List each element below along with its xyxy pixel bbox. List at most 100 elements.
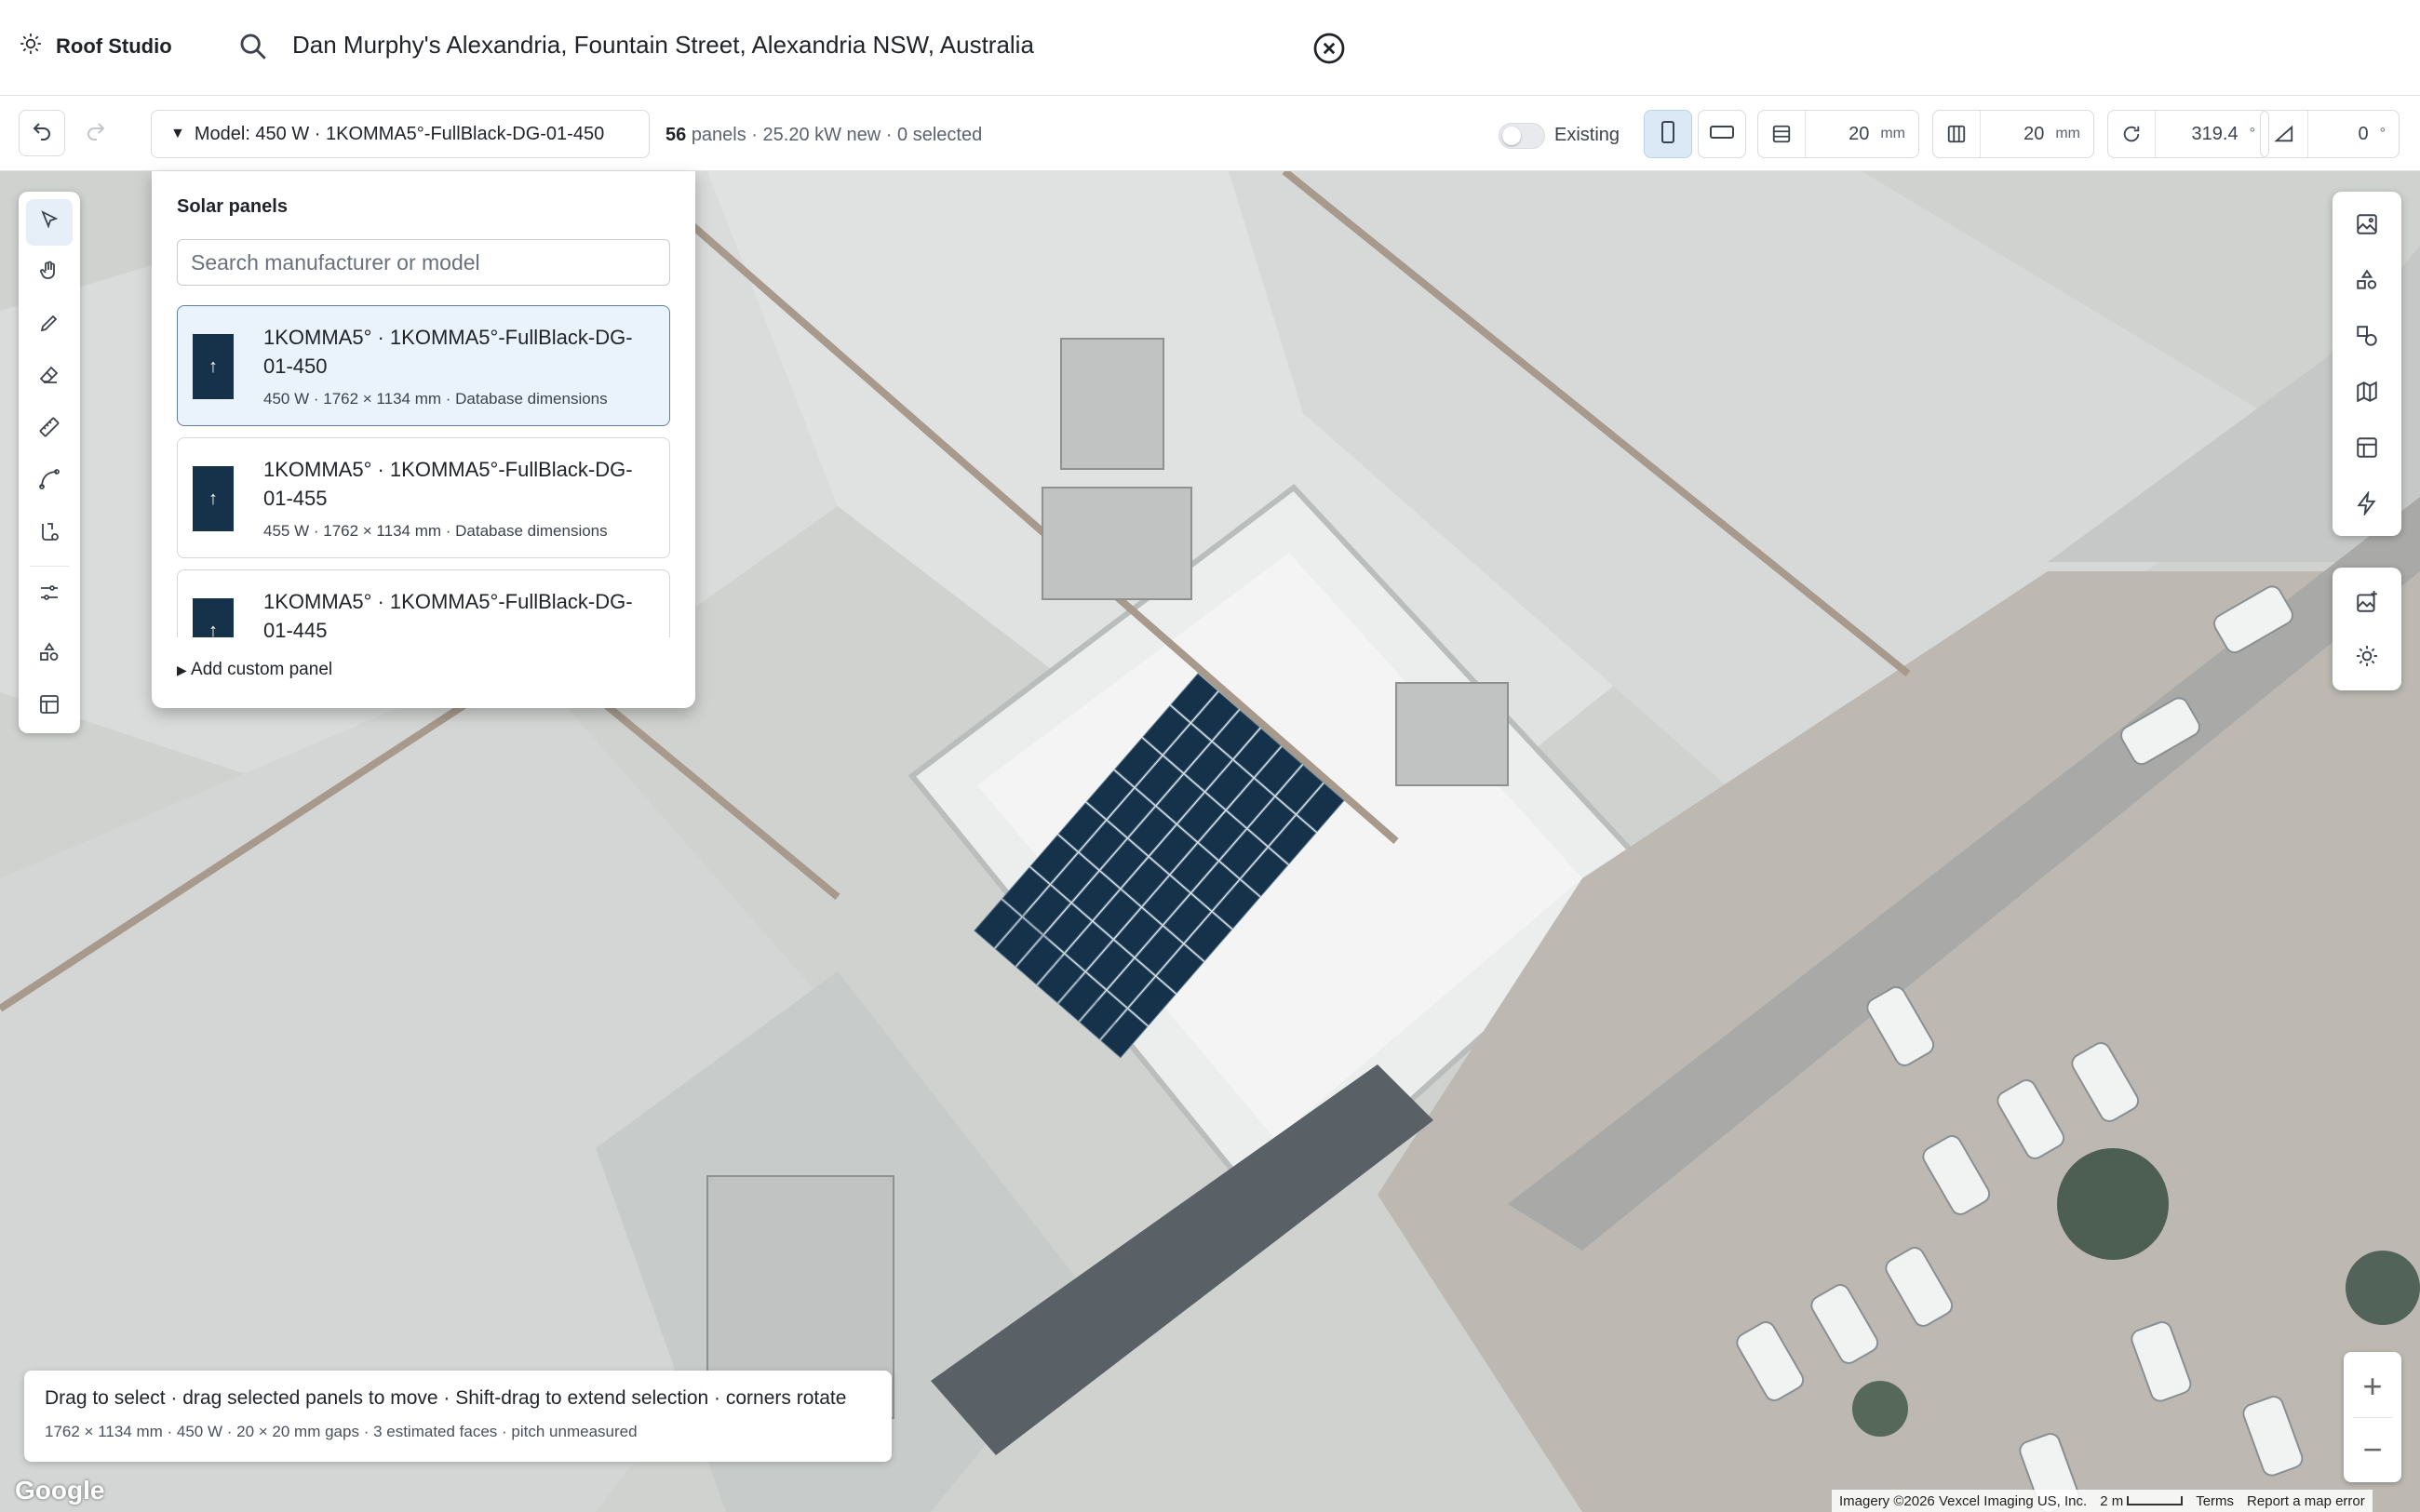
lightning-icon (2355, 489, 2379, 520)
column-gap-unit: mm (2055, 126, 2080, 141)
sun-icon (2355, 644, 2379, 673)
layers-button[interactable] (2344, 314, 2390, 361)
hint-details: 1762 × 1134 mm · 450 W · 20 × 20 mm gaps… (45, 1423, 638, 1440)
layout-tool[interactable] (26, 683, 73, 729)
address-search-input[interactable]: Dan Murphy's Alexandria, Fountain Street… (292, 31, 1034, 60)
solar-panel-dropdown: Solar panels Search manufacturer or mode… (152, 171, 695, 708)
overlap-shapes-icon (2355, 324, 2379, 353)
sun-settings-button[interactable] (2344, 635, 2390, 681)
caret-right-icon: ▶ (177, 662, 187, 677)
app-title: Roof Studio (56, 34, 172, 58)
panel-option-name: 1KOMMA5° · 1KOMMA5°-FullBlack-DG-01-445 (263, 590, 633, 637)
column-gap-field[interactable]: 20 mm (1932, 110, 2094, 158)
image-edit-button[interactable] (2344, 203, 2390, 249)
electrical-button[interactable] (2344, 482, 2390, 529)
google-logo: Google (15, 1476, 105, 1505)
sliders-icon (38, 582, 60, 609)
top-bar: Roof Studio Dan Murphy's Alexandria, Fou… (0, 0, 2420, 96)
arrow-up-icon: ↑ (208, 488, 218, 509)
pitch-value[interactable]: 0 (2308, 124, 2380, 145)
path-tool[interactable] (26, 510, 73, 556)
model-select[interactable]: ▼ Model: 450 W · 1KOMMA5°-FullBlack-DG-0… (151, 110, 650, 158)
existing-toggle[interactable] (1499, 123, 1545, 149)
panel-summary-text: panels · 25.20 kW new · 0 selected (691, 125, 983, 145)
plus-icon: + (2362, 1367, 2383, 1405)
scale-bar (2127, 1495, 2184, 1505)
ruler-icon (38, 416, 60, 443)
hint-box: Drag to select · drag selected panels to… (24, 1371, 892, 1462)
panel-option-name: 1KOMMA5° · 1KOMMA5°-FullBlack-DG-01-455 (263, 458, 633, 510)
terms-link[interactable]: Terms (2196, 1493, 2234, 1509)
minus-icon: − (2362, 1430, 2383, 1468)
dropdown-title: Solar panels (177, 196, 288, 217)
map-button[interactable] (2344, 370, 2390, 417)
pencil-icon (38, 312, 60, 339)
panel-count: 56 (666, 125, 687, 145)
erase-tool[interactable] (26, 354, 73, 400)
redo-button[interactable] (73, 110, 119, 156)
panel-option-list: ↑ 1KOMMA5° · 1KOMMA5°-FullBlack-DG-01-45… (177, 305, 672, 637)
panel-option-meta: 450 W · 1762 × 1134 mm · Database dimens… (263, 390, 608, 408)
panel-thumbnail: ↑ (193, 598, 234, 637)
pitch-field[interactable]: 0 ° (2260, 110, 2400, 158)
cursor-arrow-icon (38, 209, 60, 236)
image-edit-icon (2355, 212, 2379, 241)
model-select-label: Model: 450 W · 1KOMMA5°-FullBlack-DG-01-… (194, 123, 605, 144)
measure-tool[interactable] (26, 406, 73, 452)
scale-indicator[interactable]: 2 m (2100, 1492, 2184, 1509)
existing-label: Existing (1554, 125, 1620, 145)
panel-option[interactable]: ↑ 1KOMMA5° · 1KOMMA5°-FullBlack-DG-01-45… (177, 437, 670, 558)
shapes-button[interactable] (2344, 259, 2390, 305)
scale-label: 2 m (2100, 1492, 2124, 1509)
rotate-icon (2108, 111, 2156, 157)
hint-instructions: Drag to select · drag selected panels to… (45, 1387, 847, 1409)
curve-icon (38, 468, 60, 495)
hand-icon (38, 260, 60, 287)
panel-thumbnail: ↑ (193, 334, 234, 399)
shapes-tool[interactable] (26, 631, 73, 677)
panel-option-name: 1KOMMA5° · 1KOMMA5°-FullBlack-DG-01-450 (263, 326, 633, 378)
undo-icon (31, 120, 53, 147)
panel-option[interactable]: ↑ 1KOMMA5° · 1KOMMA5°-FullBlack-DG-01-44… (177, 569, 670, 637)
panel-option[interactable]: ↑ 1KOMMA5° · 1KOMMA5°-FullBlack-DG-01-45… (177, 305, 670, 426)
curve-tool[interactable] (26, 458, 73, 504)
shapes-icon (38, 641, 60, 668)
pan-tool[interactable] (26, 249, 73, 296)
brand: Roof Studio (19, 32, 172, 61)
settings-tool[interactable] (26, 571, 73, 618)
layout-icon (38, 693, 60, 720)
sun-logo-icon (19, 32, 43, 61)
left-tool-palette (19, 192, 80, 733)
landscape-orientation-button[interactable] (1698, 110, 1746, 158)
report-error-link[interactable]: Report a map error (2247, 1493, 2365, 1509)
portrait-orientation-button[interactable] (1644, 110, 1692, 158)
zoom-divider (2353, 1417, 2392, 1418)
select-tool[interactable] (26, 199, 73, 246)
arrow-up-icon: ↑ (208, 355, 218, 377)
panel-search-input[interactable]: Search manufacturer or model (177, 239, 670, 286)
zoom-in-button[interactable]: + (2344, 1356, 2401, 1417)
panel-summary: 56 panels · 25.20 kW new · 0 selected (666, 125, 982, 146)
column-gap-value[interactable]: 20 (1981, 124, 2055, 145)
search-icon[interactable] (237, 31, 269, 62)
pitch-angle-icon (2261, 111, 2308, 157)
arrow-up-icon: ↑ (208, 620, 218, 638)
add-custom-panel-label: Add custom panel (191, 660, 333, 679)
column-gap-icon (1933, 111, 1981, 157)
rotation-field[interactable]: 319.4 ° (2107, 110, 2269, 158)
panel-option-meta: 455 W · 1762 × 1134 mm · Database dimens… (263, 522, 608, 540)
layout-button[interactable] (2344, 426, 2390, 473)
row-gap-icon (1758, 111, 1806, 157)
image-add-icon (2355, 590, 2379, 619)
clear-search-icon[interactable] (1312, 32, 1346, 65)
add-image-button[interactable] (2344, 581, 2390, 627)
add-custom-panel-toggle[interactable]: ▶ Add custom panel (177, 660, 332, 680)
row-gap-field[interactable]: 20 mm (1757, 110, 1919, 158)
shapes-icon (2355, 268, 2379, 297)
draw-tool[interactable] (26, 301, 73, 348)
undo-button[interactable] (19, 110, 65, 156)
rotation-value[interactable]: 319.4 (2156, 124, 2250, 145)
zoom-out-button[interactable]: − (2344, 1419, 2401, 1480)
row-gap-value[interactable]: 20 (1806, 124, 1880, 145)
pitch-unit: ° (2379, 126, 2386, 141)
